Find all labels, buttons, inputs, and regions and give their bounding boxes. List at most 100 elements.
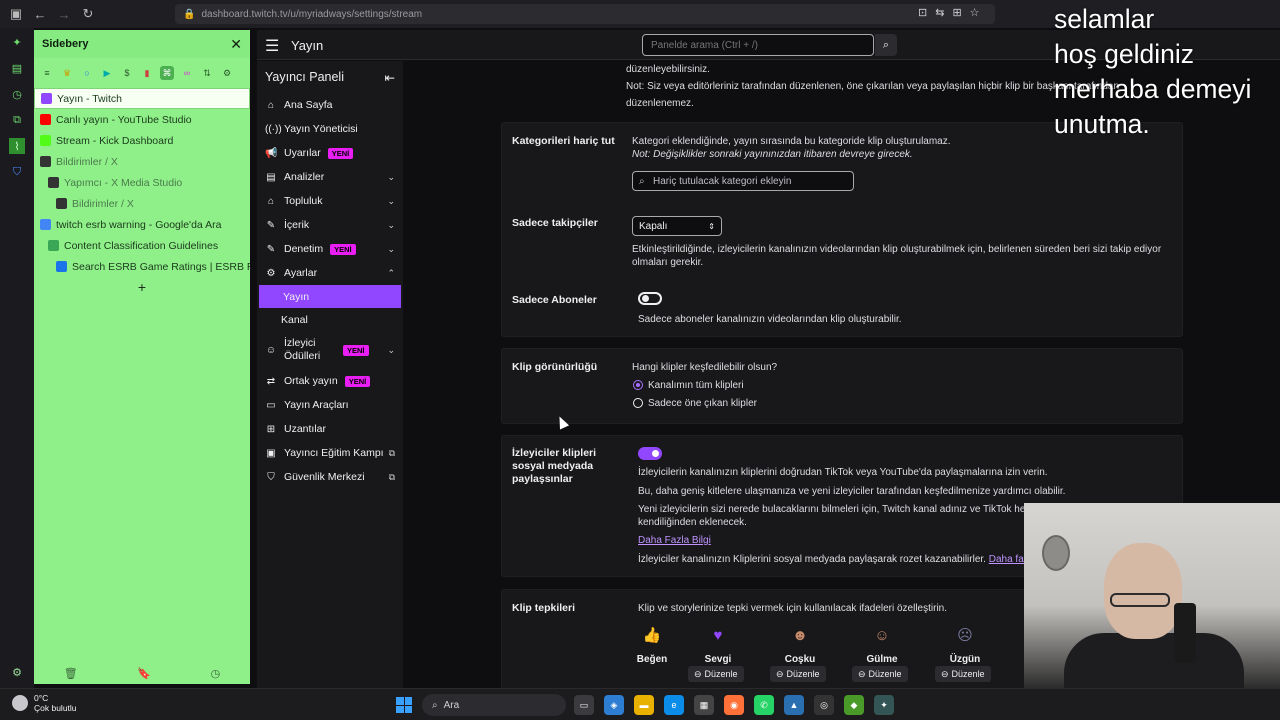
search-icon[interactable]: ⌕ xyxy=(875,34,897,56)
edit-emote-button[interactable]: ⊖ Düzenle xyxy=(852,666,908,682)
nav-item[interactable]: ⊞ Uzantılar xyxy=(257,417,403,441)
obs-icon[interactable]: ◎ xyxy=(814,695,834,715)
edit-icon: ⊖ xyxy=(858,668,866,679)
nav-sub-item[interactable]: Yayın xyxy=(259,285,401,308)
followers-only-select[interactable]: Kapalı ⇕ xyxy=(632,216,722,236)
weather-widget[interactable]: 0°C Çok bulutlu xyxy=(12,693,77,713)
reaction-emote: ☻ Coşku xyxy=(765,624,835,666)
clock-icon[interactable]: ◷ xyxy=(211,667,221,680)
bookmark-star-icon[interactable]: ☆ xyxy=(970,6,980,19)
sidebery-panel: Sidebery ✕ ≡ ♛ ○ ▶ $ ▮ ⌘ ∞ ⇅ ⚙ Yayın - T… xyxy=(34,30,250,684)
sidebery-tab[interactable]: Search ESRB Game Ratings | ESRB Ratings xyxy=(34,256,250,277)
stream-manager-icon: ((·)) xyxy=(265,123,282,135)
translate-icon[interactable]: ⇆ xyxy=(935,6,944,19)
sidebery-tab-list: Yayın - Twitch Canlı yayın - YouTube Stud… xyxy=(34,88,250,277)
menu-icon[interactable]: ☰ xyxy=(265,36,279,56)
nav-item[interactable]: ▣ Yayıncı Eğitim Kampı ⧉ xyxy=(257,441,403,465)
nav-item[interactable]: ⛉ Güvenlik Merkezi ⧉ xyxy=(257,465,403,489)
history-icon[interactable]: ◷ xyxy=(9,86,25,102)
extensions-icon[interactable]: ⊞ xyxy=(952,6,961,19)
nav-item[interactable]: 📢 Uyarılar YENİ xyxy=(257,141,403,165)
nav-item[interactable]: ✎ Denetim YENİ ⌄ xyxy=(257,237,403,261)
file-explorer-icon[interactable]: ▬ xyxy=(634,695,654,715)
nav-item[interactable]: ⌂ Topluluk ⌄ xyxy=(257,189,403,213)
subscribers-only-toggle[interactable] xyxy=(638,292,662,305)
edge-icon[interactable]: e xyxy=(664,695,684,715)
learn-more-link[interactable]: Daha Fazla Bilgi xyxy=(638,534,711,547)
close-icon[interactable]: ✕ xyxy=(230,36,242,53)
panel-play-icon[interactable]: ▶ xyxy=(100,66,114,80)
task-view-icon[interactable]: ▭ xyxy=(574,695,594,715)
sidebery-tab[interactable]: Bildirimler / X xyxy=(34,193,250,214)
store-icon[interactable]: ▦ xyxy=(694,695,714,715)
emote-icon: 👍 xyxy=(642,627,662,644)
favicon-icon xyxy=(40,114,51,125)
social-share-toggle[interactable] xyxy=(638,447,662,460)
collapse-nav-icon[interactable]: ⇤ xyxy=(385,70,395,85)
nav-item[interactable]: ⌂ Ana Sayfa xyxy=(257,93,403,117)
nav-item-label: Uzantılar xyxy=(284,423,327,435)
sidebery-tab[interactable]: Canlı yayın - YouTube Studio xyxy=(34,109,250,130)
nav-item[interactable]: ☺ İzleyici Ödülleri YENİ ⌄ xyxy=(257,331,403,369)
edit-emote-button[interactable]: ⊖ Düzenle xyxy=(770,666,826,682)
panel-settings-icon[interactable]: ⚙ xyxy=(220,66,234,80)
nav-item[interactable]: ((·)) Yayın Yöneticisi xyxy=(257,117,403,141)
nav-item[interactable]: ⚙ Ayarlar ⌃ xyxy=(257,261,403,285)
sidebery-tab[interactable]: Yapımcı - X Media Studio xyxy=(34,172,250,193)
copy-icon[interactable]: ⧉ xyxy=(9,112,25,128)
nav-item[interactable]: ▤ Analizler ⌄ xyxy=(257,165,403,189)
emote-name: Beğen xyxy=(636,654,668,665)
shield-icon[interactable]: ⛉ xyxy=(9,164,25,180)
firefox-icon[interactable]: ◉ xyxy=(724,695,744,715)
nav-item[interactable]: ⇄ Ortak yayın YENİ xyxy=(257,369,403,393)
app2-icon[interactable]: ◆ xyxy=(844,695,864,715)
forward-icon[interactable]: → xyxy=(52,2,76,26)
edit-emote-button[interactable]: ⊖ Düzenle xyxy=(688,666,744,682)
followers-only-value: Kapalı xyxy=(639,220,668,232)
app-icon[interactable]: ▲ xyxy=(784,695,804,715)
panel-dollar-icon[interactable]: $ xyxy=(120,66,134,80)
taskbar-search[interactable]: ⌕ Ara xyxy=(422,694,566,716)
ai-sparkle-icon[interactable]: ✦ xyxy=(9,34,25,50)
start-icon[interactable] xyxy=(396,697,412,713)
trash-icon[interactable]: 🗑 xyxy=(64,667,78,680)
bookmark-icon[interactable]: 🔖 xyxy=(137,667,151,680)
panel-game-icon[interactable]: ⌘ xyxy=(160,66,174,80)
visibility-all-radio[interactable] xyxy=(633,380,643,390)
sidebery-icon[interactable]: ⌇ xyxy=(9,138,25,154)
address-bar[interactable]: 🔒 dashboard.twitch.tv/u/myriadways/setti… xyxy=(175,4,995,24)
sidebar-toggle-icon[interactable]: ▣ xyxy=(4,2,28,26)
panel-book-icon[interactable]: ▮ xyxy=(140,66,154,80)
visibility-featured-label[interactable]: Sadece öne çıkan klipler xyxy=(648,397,757,410)
panel-glasses-icon[interactable]: ∞ xyxy=(180,66,194,80)
app3-icon[interactable]: ✦ xyxy=(874,695,894,715)
sidebery-tab[interactable]: twitch esrb warning - Google'da Ara xyxy=(34,214,250,235)
reaction-emote: 👍 Beğen xyxy=(617,624,687,665)
panel-circle-icon[interactable]: ○ xyxy=(80,66,94,80)
panel-shop-icon[interactable]: ♛ xyxy=(60,66,74,80)
nav-item[interactable]: ✎ İçerik ⌄ xyxy=(257,213,403,237)
emote-icon: ☺ xyxy=(874,626,890,644)
sidebery-tab[interactable]: Content Classification Guidelines xyxy=(34,235,250,256)
dashboard-search-input[interactable] xyxy=(642,34,874,56)
nav-sub-item[interactable]: Kanal xyxy=(257,308,403,331)
settings-icon[interactable]: ⚙ xyxy=(9,664,25,680)
back-icon[interactable]: ← xyxy=(28,2,52,26)
visibility-featured-radio[interactable] xyxy=(633,398,643,408)
save-icon[interactable]: ▤ xyxy=(9,60,25,76)
widgets-icon[interactable]: ◈ xyxy=(604,695,624,715)
screenshot-icon[interactable]: ⊡ xyxy=(918,6,927,19)
new-tab-icon[interactable]: + xyxy=(34,279,250,295)
exclude-category-input[interactable]: ⌕ Hariç tutulacak kategori ekleyin xyxy=(632,171,854,191)
panel-list-icon[interactable]: ≡ xyxy=(40,66,54,80)
visibility-all-label[interactable]: Kanalımın tüm klipleri xyxy=(648,379,744,392)
whatsapp-icon[interactable]: ✆ xyxy=(754,695,774,715)
nav-item[interactable]: ▭ Yayın Araçları xyxy=(257,393,403,417)
sidebery-tab[interactable]: Yayın - Twitch xyxy=(34,88,250,109)
edit-emote-button[interactable]: ⊖ Düzenle xyxy=(935,666,991,682)
tab-label: Yapımcı - X Media Studio xyxy=(64,176,183,189)
sidebery-tab[interactable]: Stream - Kick Dashboard xyxy=(34,130,250,151)
reload-icon[interactable]: ↻ xyxy=(76,2,100,26)
sidebery-tab[interactable]: Bildirimler / X xyxy=(34,151,250,172)
panel-sort-icon[interactable]: ⇅ xyxy=(200,66,214,80)
